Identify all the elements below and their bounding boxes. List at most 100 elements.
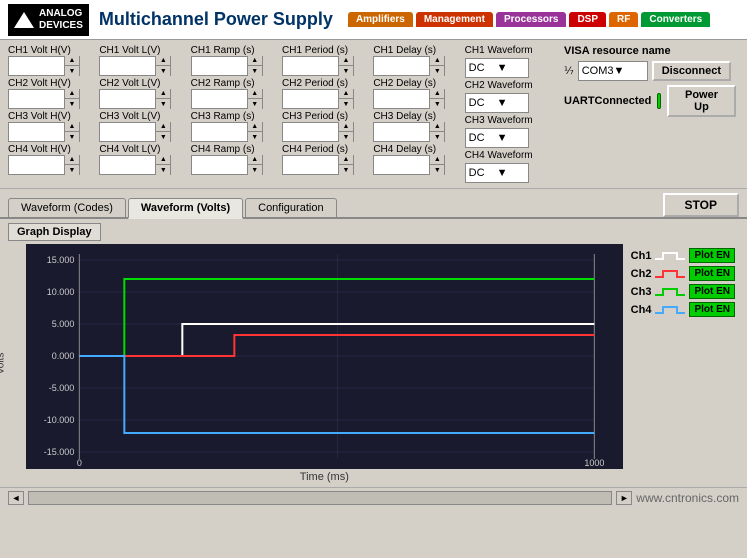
ch1-ramp-field[interactable]: 0.000 (192, 57, 247, 75)
scroll-track[interactable] (28, 491, 612, 505)
ch3-delay-down[interactable]: ▼ (430, 132, 444, 142)
ch3-volt-h-up[interactable]: ▲ (65, 122, 79, 132)
ch3-ramp-input[interactable]: 0.000 ▲▼ (191, 122, 263, 142)
ch2-volt-l-down[interactable]: ▼ (156, 99, 170, 109)
ch4-volt-l-up[interactable]: ▲ (156, 155, 170, 165)
ch2-delay-down[interactable]: ▼ (430, 99, 444, 109)
ch1-period-field[interactable]: 0.0000 (283, 57, 338, 75)
ch3-delay-input[interactable]: 0.100 ▲▼ (373, 122, 445, 142)
ch2-waveform-dropdown[interactable]: DC ▼ (465, 93, 529, 113)
ch1-volt-h-down[interactable]: ▼ (65, 66, 79, 76)
ch2-ramp-down[interactable]: ▼ (248, 99, 262, 109)
ch4-volt-h-input[interactable]: -12.000 ▲▼ (8, 155, 80, 175)
nav-tab-amplifiers[interactable]: Amplifiers (348, 12, 413, 27)
ch1-volt-h-field[interactable]: 5.000 (9, 57, 64, 75)
ch2-ramp-field[interactable]: 0.000 (192, 90, 247, 108)
stop-button[interactable]: STOP (663, 193, 739, 217)
ch1-plot-en-button[interactable]: Plot EN (689, 248, 735, 263)
ch1-period-input[interactable]: 0.0000 ▲▼ (282, 56, 354, 76)
ch4-plot-en-button[interactable]: Plot EN (689, 302, 735, 317)
nav-tab-processors[interactable]: Processors (496, 12, 566, 27)
ch2-volt-l-field[interactable]: 0.000 (100, 90, 155, 108)
ch1-period-up[interactable]: ▲ (339, 56, 353, 66)
ch2-delay-field[interactable]: 0.300 (374, 90, 429, 108)
ch2-delay-input[interactable]: 0.300 ▲▼ (373, 89, 445, 109)
com-port-dropdown[interactable]: COM3 ▼ (578, 61, 648, 81)
scroll-left-button[interactable]: ◄ (8, 491, 24, 505)
tab-waveform-volts[interactable]: Waveform (Volts) (128, 198, 243, 219)
ch3-period-input[interactable]: 0.0000 ▲▼ (282, 122, 354, 142)
ch3-ramp-field[interactable]: 0.000 (192, 123, 247, 141)
ch4-volt-l-field[interactable]: 0.000 (100, 156, 155, 174)
ch4-volt-h-field[interactable]: -12.000 (9, 156, 64, 174)
ch2-period-down[interactable]: ▼ (339, 99, 353, 109)
ch4-ramp-input[interactable]: 0.000 ▲▼ (191, 155, 263, 175)
ch4-period-input[interactable]: 0.0000 ▲▼ (282, 155, 354, 175)
ch1-ramp-up[interactable]: ▲ (248, 56, 262, 66)
tab-configuration[interactable]: Configuration (245, 198, 336, 217)
ch2-delay-up[interactable]: ▲ (430, 89, 444, 99)
ch1-delay-field[interactable]: 0.200 (374, 57, 429, 75)
ch4-waveform-dropdown[interactable]: DC ▼ (465, 163, 529, 183)
ch2-period-field[interactable]: 0.0000 (283, 90, 338, 108)
ch1-volt-l-down[interactable]: ▼ (156, 66, 170, 76)
ch4-volt-h-up[interactable]: ▲ (65, 155, 79, 165)
ch1-volt-h-up[interactable]: ▲ (65, 56, 79, 66)
ch3-volt-l-input[interactable]: 0.000 ▲▼ (99, 122, 171, 142)
ch4-delay-input[interactable]: 0.100 ▲▼ (373, 155, 445, 175)
ch4-period-up[interactable]: ▲ (339, 155, 353, 165)
ch2-volt-h-down[interactable]: ▼ (65, 99, 79, 109)
ch2-plot-en-button[interactable]: Plot EN (689, 266, 735, 281)
ch1-delay-input[interactable]: 0.200 ▲▼ (373, 56, 445, 76)
ch4-delay-up[interactable]: ▲ (430, 155, 444, 165)
ch1-delay-down[interactable]: ▼ (430, 66, 444, 76)
ch4-ramp-field[interactable]: 0.000 (192, 156, 247, 174)
ch2-volt-l-up[interactable]: ▲ (156, 89, 170, 99)
nav-tab-dsp[interactable]: DSP (569, 12, 606, 27)
powerup-button[interactable]: Power Up (667, 85, 736, 117)
ch4-volt-l-down[interactable]: ▼ (156, 165, 170, 175)
ch1-volt-l-input[interactable]: 0.000 ▲▼ (99, 56, 171, 76)
ch3-ramp-down[interactable]: ▼ (248, 132, 262, 142)
ch1-period-down[interactable]: ▼ (339, 66, 353, 76)
ch2-ramp-up[interactable]: ▲ (248, 89, 262, 99)
ch2-volt-l-input[interactable]: 0.000 ▲▼ (99, 89, 171, 109)
ch3-delay-up[interactable]: ▲ (430, 122, 444, 132)
ch4-period-field[interactable]: 0.0000 (283, 156, 338, 174)
ch3-period-field[interactable]: 0.0000 (283, 123, 338, 141)
ch1-delay-up[interactable]: ▲ (430, 56, 444, 66)
ch2-volt-h-field[interactable]: 3.300 (9, 90, 64, 108)
ch2-period-input[interactable]: 0.0000 ▲▼ (282, 89, 354, 109)
nav-tab-rf[interactable]: RF (609, 12, 638, 27)
ch4-delay-down[interactable]: ▼ (430, 165, 444, 175)
ch3-plot-en-button[interactable]: Plot EN (689, 284, 735, 299)
ch2-period-up[interactable]: ▲ (339, 89, 353, 99)
ch3-volt-l-down[interactable]: ▼ (156, 132, 170, 142)
ch4-delay-field[interactable]: 0.100 (374, 156, 429, 174)
ch3-volt-h-down[interactable]: ▼ (65, 132, 79, 142)
ch3-period-up[interactable]: ▲ (339, 122, 353, 132)
ch2-volt-h-up[interactable]: ▲ (65, 89, 79, 99)
ch3-volt-l-field[interactable]: 0.000 (100, 123, 155, 141)
ch4-period-down[interactable]: ▼ (339, 165, 353, 175)
ch3-volt-h-input[interactable]: 12.000 ▲▼ (8, 122, 80, 142)
tab-waveform-codes[interactable]: Waveform (Codes) (8, 198, 126, 217)
ch2-ramp-input[interactable]: 0.000 ▲▼ (191, 89, 263, 109)
ch3-ramp-up[interactable]: ▲ (248, 122, 262, 132)
nav-tab-management[interactable]: Management (416, 12, 493, 27)
ch4-ramp-up[interactable]: ▲ (248, 155, 262, 165)
ch1-waveform-dropdown[interactable]: DC ▼ (465, 58, 529, 78)
ch1-volt-l-field[interactable]: 0.000 (100, 57, 155, 75)
ch1-volt-l-up[interactable]: ▲ (156, 56, 170, 66)
ch3-volt-h-field[interactable]: 12.000 (9, 123, 64, 141)
ch3-period-down[interactable]: ▼ (339, 132, 353, 142)
ch1-volt-h-input[interactable]: 5.000 ▲▼ (8, 56, 80, 76)
ch4-volt-h-down[interactable]: ▼ (65, 165, 79, 175)
ch1-ramp-down[interactable]: ▼ (248, 66, 262, 76)
ch4-volt-l-input[interactable]: 0.000 ▲▼ (99, 155, 171, 175)
ch3-waveform-dropdown[interactable]: DC ▼ (465, 128, 529, 148)
disconnect-button[interactable]: Disconnect (652, 61, 731, 81)
ch3-delay-field[interactable]: 0.100 (374, 123, 429, 141)
scroll-right-button[interactable]: ► (616, 491, 632, 505)
ch1-ramp-input[interactable]: 0.000 ▲▼ (191, 56, 263, 76)
